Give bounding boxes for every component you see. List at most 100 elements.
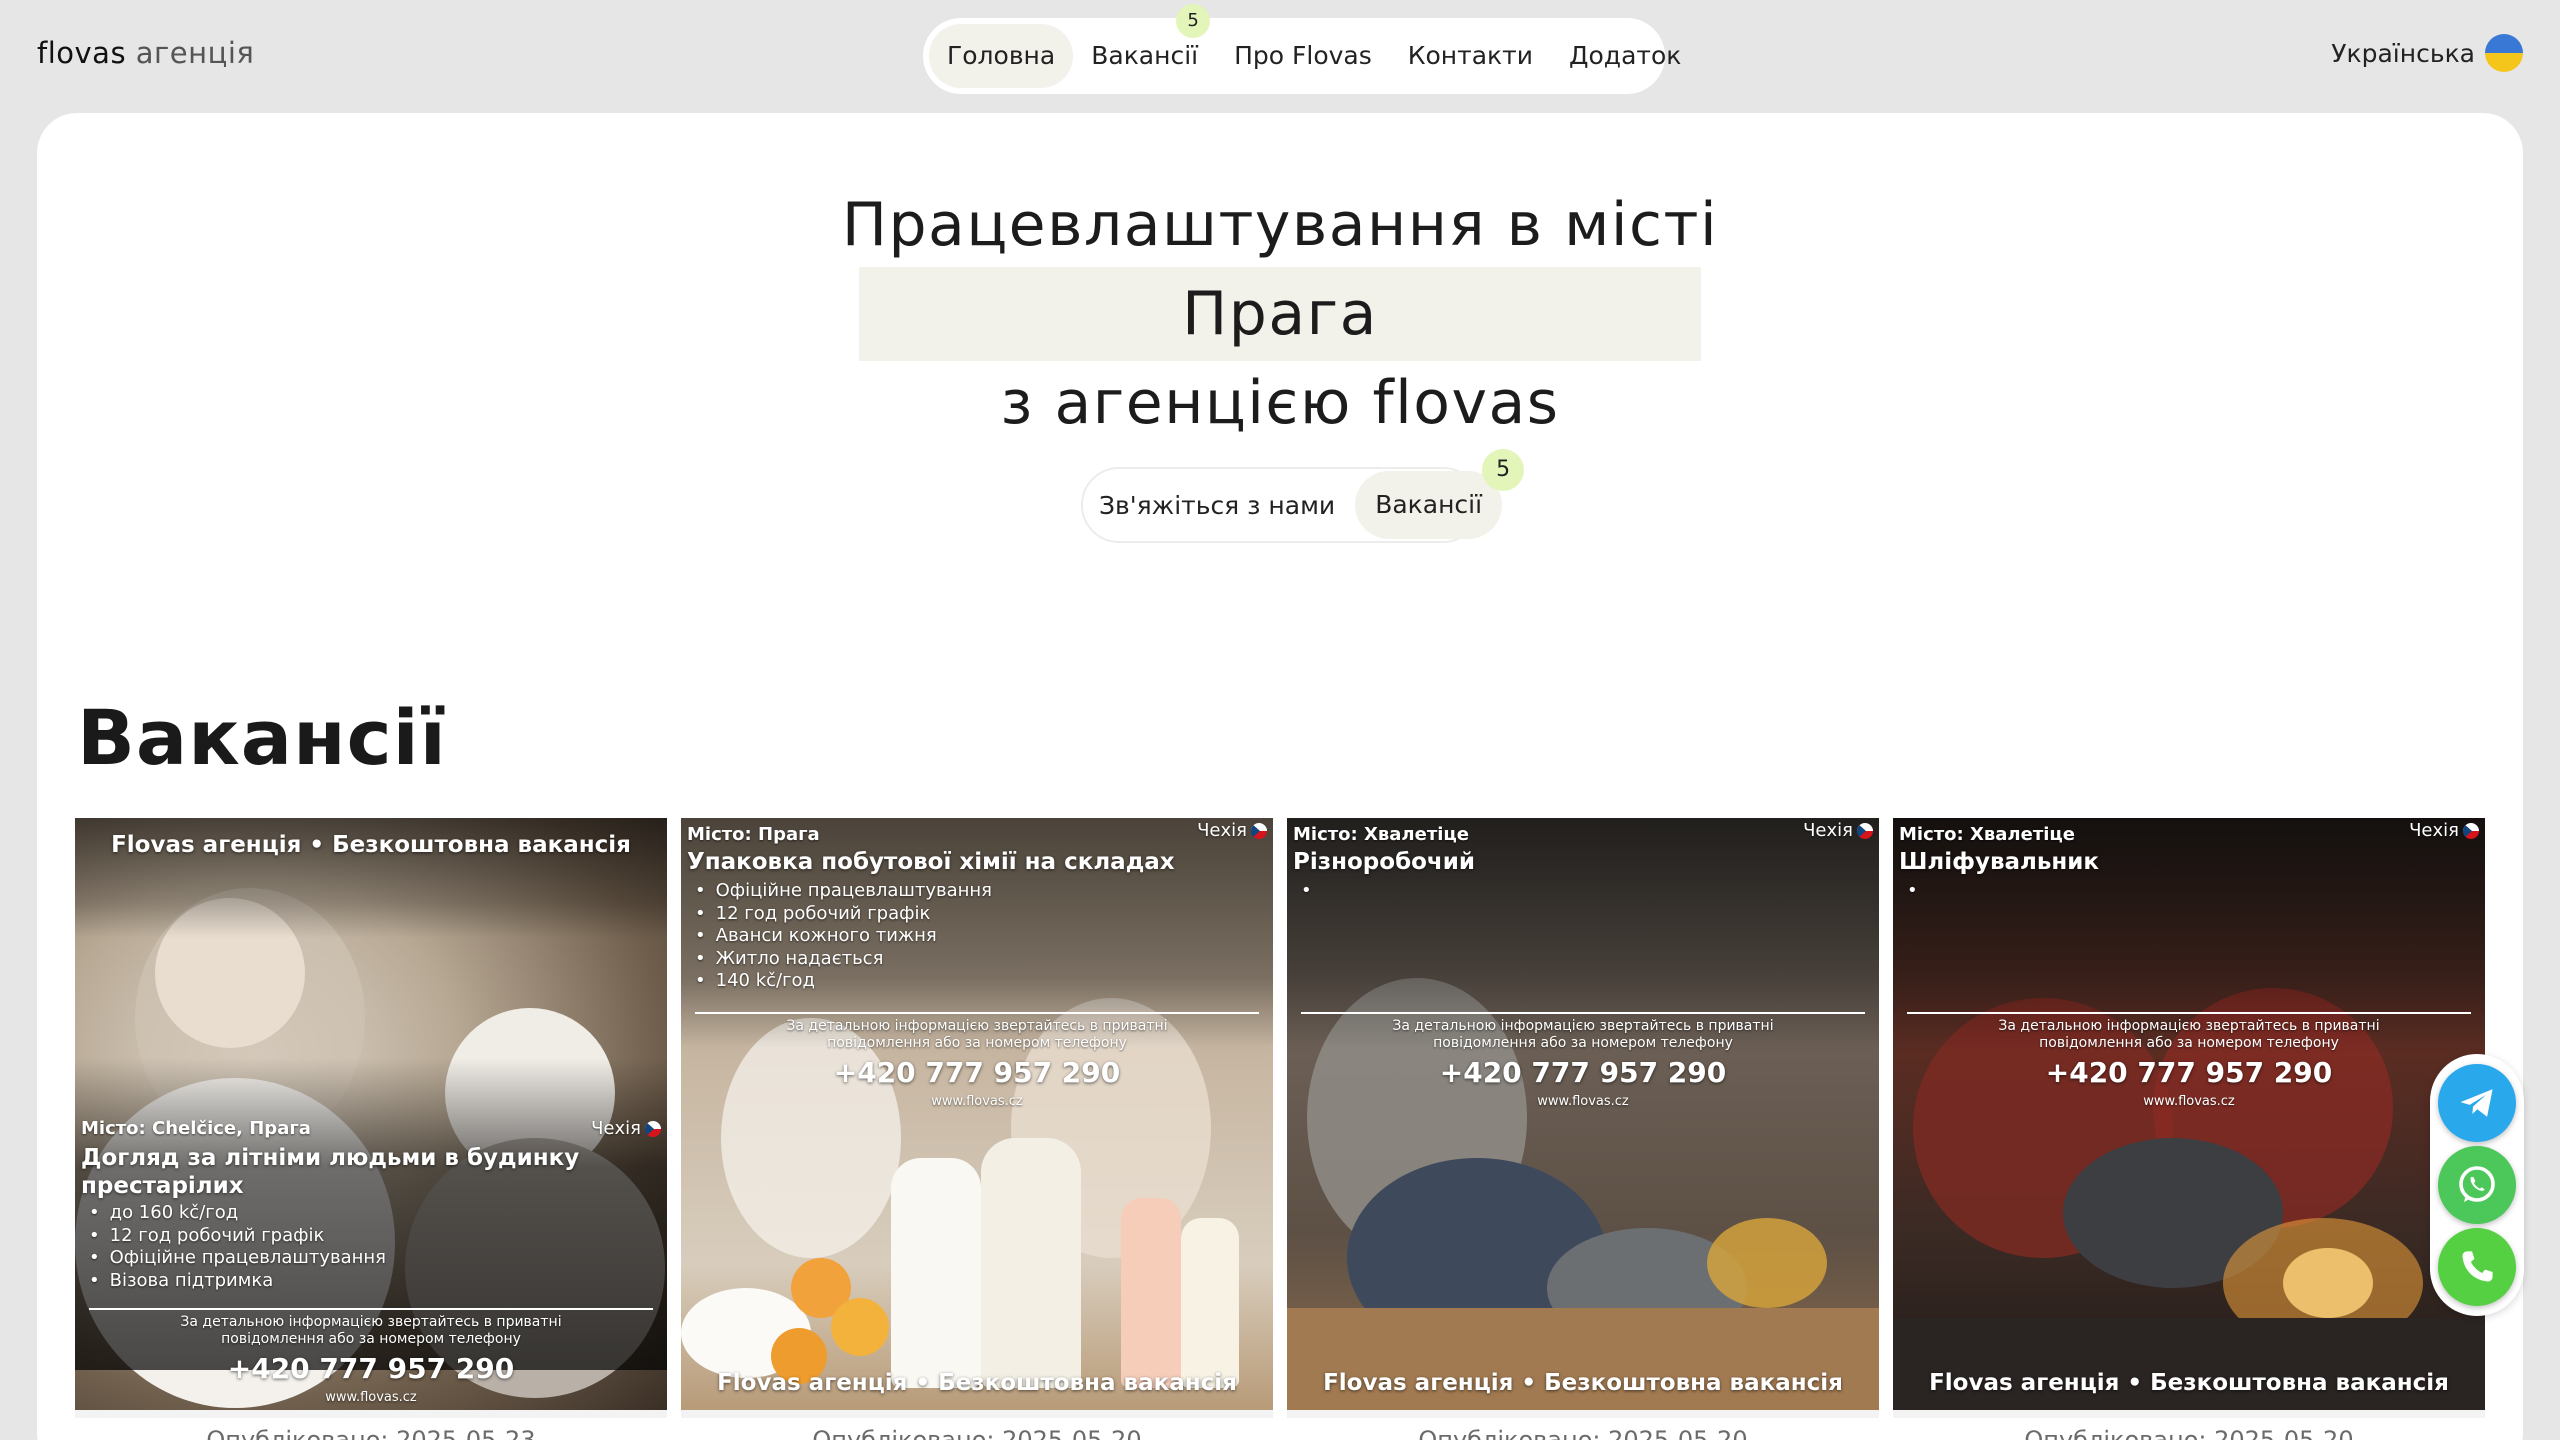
card-country-label: Чехія <box>1197 820 1247 841</box>
vacancies-button[interactable]: Вакансії 5 <box>1355 449 1525 539</box>
card-bullets <box>1301 880 1873 903</box>
card-city: Місто: Хвалетіце <box>1293 824 1469 845</box>
card-bullet <box>1301 880 1873 903</box>
vacancy-image: Місто: Прага Чехія Упаковка побутової хі… <box>681 818 1273 1410</box>
card-bullet: Житло надається <box>695 948 1267 971</box>
card-published-date: Опубліковано: 2025-05-20 <box>1418 1426 1748 1440</box>
card-bullet: 12 год робочий графік <box>89 1225 661 1248</box>
card-brand-line: Flovas агенція • Безкоштовна вакансія <box>1929 1370 2449 1396</box>
vacancies-button-label: Вакансії <box>1375 490 1483 519</box>
card-city: Місто: Прага <box>687 824 820 845</box>
hero-title-line1: Працевлаштування в місті <box>841 190 1719 260</box>
card-contact-note: За детальною інформацією звертайтесь в п… <box>1287 1018 1879 1052</box>
vacancies-section-title: Вакансії <box>77 693 447 782</box>
card-job-title: Упаковка побутової хімії на складах <box>687 849 1175 875</box>
card-bullet <box>1907 880 2479 903</box>
card-divider <box>1301 1012 1865 1014</box>
vacancy-image: Flovas агенція • Безкоштовна вакансія Мі… <box>75 818 667 1410</box>
card-country: Чехія <box>591 1118 661 1139</box>
ukraine-flag-icon <box>2485 34 2523 72</box>
vacancies-count-badge: 5 <box>1176 4 1211 38</box>
nav-vacancies-label: Вакансії <box>1091 41 1199 70</box>
vacancy-card[interactable]: Місто: Хвалетіце Чехія Шліфувальник За д… <box>1893 818 2485 1440</box>
telegram-button[interactable] <box>2438 1064 2516 1142</box>
card-bullets <box>1907 880 2479 903</box>
nav-app[interactable]: Додаток <box>1551 24 1699 88</box>
nav-about[interactable]: Про Flovas <box>1216 24 1390 88</box>
card-country: Чехія <box>2409 820 2479 841</box>
card-job-title: Шліфувальник <box>1899 849 2100 875</box>
main-nav: Головна Вакансії 5 Про Flovas Контакти Д… <box>923 4 1681 94</box>
card-country-label: Чехія <box>1803 820 1853 841</box>
card-website: www.flovas.cz <box>1537 1094 1629 1109</box>
nav-home[interactable]: Головна <box>929 24 1074 88</box>
card-contact-note-line1: За детальною інформацією звертайтесь в п… <box>1998 1018 2380 1034</box>
card-country: Чехія <box>1803 820 1873 841</box>
card-bullet: Офіційне працевлаштування <box>695 880 1267 903</box>
whatsapp-icon <box>2459 1166 2495 1202</box>
hero-city: Прага <box>859 267 1701 361</box>
card-bullet: Аванси кожного тижня <box>695 925 1267 948</box>
card-bullet: 12 год робочий графік <box>695 903 1267 926</box>
card-brand-line: Flovas агенція • Безкоштовна вакансія <box>1323 1370 1843 1396</box>
hero-title-line3: з агенцією flovas <box>1000 368 1560 438</box>
card-bullets: Офіційне працевлаштування 12 год робочий… <box>695 880 1267 993</box>
vacancy-card[interactable]: Flovas агенція • Безкоштовна вакансія Мі… <box>75 818 667 1440</box>
card-published-date: Опубліковано: 2025-05-23 <box>206 1426 536 1440</box>
card-country: Чехія <box>1197 820 1267 841</box>
card-website: www.flovas.cz <box>2143 1094 2235 1109</box>
card-phone: +420 777 957 290 <box>1439 1056 1727 1089</box>
card-contact-note: За детальною інформацією звертайтесь в п… <box>1893 1018 2485 1052</box>
card-bullet: Офіційне працевлаштування <box>89 1247 661 1270</box>
card-contact-note: За детальною інформацією звертайтесь в п… <box>75 1314 667 1348</box>
card-city: Місто: Хвалетіце <box>1899 824 2075 845</box>
card-city: Місто: Chelčice, Прага <box>81 1118 311 1139</box>
main-panel: Працевлаштування в місті Прага з агенціє… <box>37 113 2523 1440</box>
vacancy-card[interactable]: Місто: Прага Чехія Упаковка побутової хі… <box>681 818 1273 1440</box>
card-bullets: до 160 kč/год 12 год робочий графік Офіц… <box>89 1202 661 1292</box>
card-phone: +420 777 957 290 <box>227 1352 515 1385</box>
card-country-label: Чехія <box>2409 820 2459 841</box>
telegram-icon <box>2460 1089 2493 1117</box>
vacancy-image: Місто: Хвалетіце Чехія Шліфувальник За д… <box>1893 818 2485 1410</box>
card-contact-note-line1: За детальною інформацією звертайтесь в п… <box>786 1018 1168 1034</box>
czech-flag-icon <box>645 1120 661 1137</box>
card-contact-note: За детальною інформацією звертайтесь в п… <box>681 1018 1273 1052</box>
language-label: Українська <box>2331 38 2475 68</box>
card-website: www.flovas.cz <box>325 1390 417 1405</box>
whatsapp-button[interactable] <box>2438 1146 2516 1224</box>
nav-contacts[interactable]: Контакти <box>1390 24 1551 88</box>
vacancy-image: Місто: Хвалетіце Чехія Різноробочий За д… <box>1287 818 1879 1410</box>
card-brand-line: Flovas агенція • Безкоштовна вакансія <box>717 1370 1237 1396</box>
czech-flag-icon <box>1251 822 1267 839</box>
vacancies-button-badge: 5 <box>1482 449 1525 491</box>
card-divider <box>89 1308 653 1310</box>
hero-cta-group: Зв'яжіться з нами Вакансії 5 <box>1081 449 1525 543</box>
card-bullet: Візова підтримка <box>89 1270 661 1293</box>
language-selector[interactable]: Українська <box>2331 34 2523 72</box>
card-contact-note-line2: повідомлення або за номером телефону <box>827 1035 1127 1051</box>
phone-icon <box>2462 1251 2493 1282</box>
logo-subtitle: агенція <box>135 36 255 70</box>
czech-flag-icon <box>1857 822 1873 839</box>
contact-us-button[interactable]: Зв'яжіться з нами <box>1099 491 1355 520</box>
hero: Працевлаштування в місті Прага з агенціє… <box>37 183 2523 445</box>
card-contact-note-line1: За детальною інформацією звертайтесь в п… <box>180 1314 562 1330</box>
card-job-title: Різноробочий <box>1293 849 1475 875</box>
card-job-title: Догляд за літніми людьми в будинку прест… <box>81 1145 580 1199</box>
card-phone: +420 777 957 290 <box>2045 1056 2333 1089</box>
card-divider <box>1907 1012 2471 1014</box>
card-country-label: Чехія <box>591 1118 641 1139</box>
card-divider <box>695 1012 1259 1014</box>
card-contact-note-line2: повідомлення або за номером телефону <box>221 1331 521 1347</box>
czech-flag-icon <box>2463 822 2479 839</box>
card-contact-note-line2: повідомлення або за номером телефону <box>2039 1035 2339 1051</box>
card-published-date: Опубліковано: 2025-05-20 <box>812 1426 1142 1440</box>
phone-button[interactable] <box>2438 1228 2516 1306</box>
card-brand-line: Flovas агенція • Безкоштовна вакансія <box>111 832 631 858</box>
vacancy-card[interactable]: Місто: Хвалетіце Чехія Різноробочий За д… <box>1287 818 1879 1440</box>
nav-vacancies[interactable]: Вакансії 5 <box>1073 4 1216 88</box>
card-bullet: до 160 kč/год <box>89 1202 661 1225</box>
site-logo[interactable]: flovas агенція <box>37 36 254 70</box>
card-phone: +420 777 957 290 <box>833 1056 1121 1089</box>
